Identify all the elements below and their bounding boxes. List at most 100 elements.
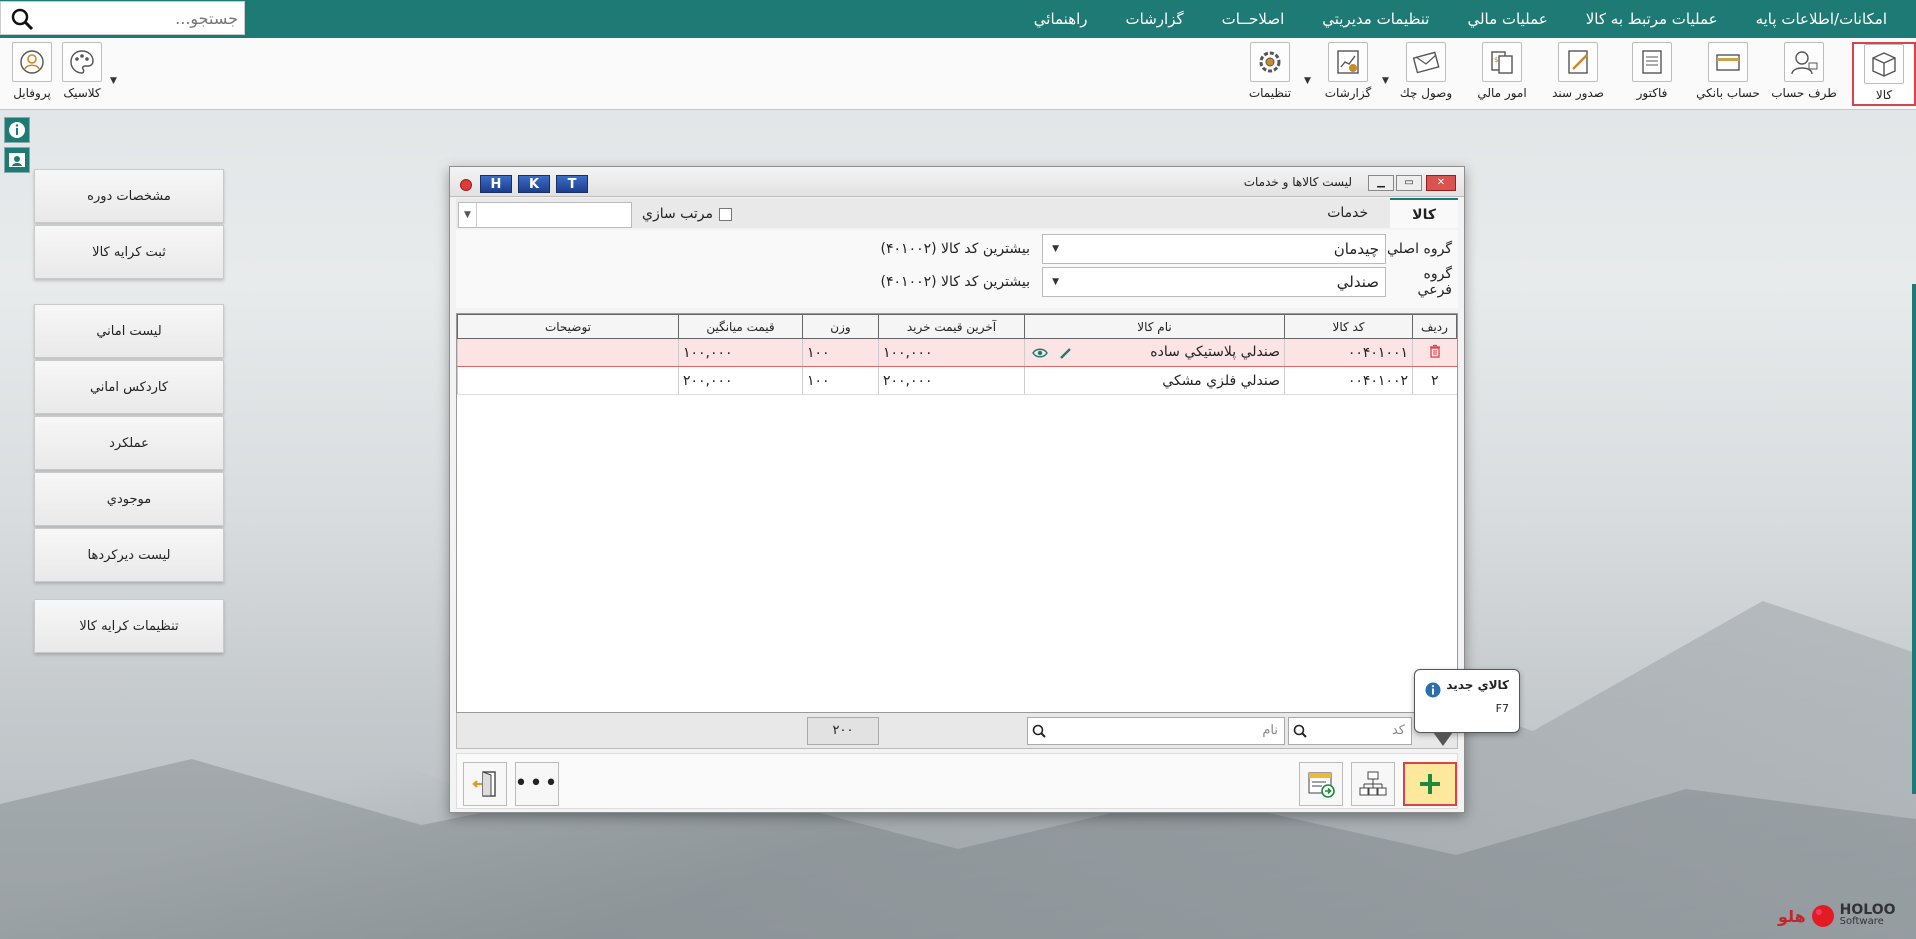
group-tree-button[interactable] <box>1351 762 1395 806</box>
sidebar-loan-list-button[interactable]: ليست اماني <box>34 304 224 358</box>
menu-basic-info[interactable]: امکانات/اطلاعات پايه <box>1737 10 1906 28</box>
person-icon <box>1784 42 1824 82</box>
column-header-avg-price[interactable]: قيمت ميانگين <box>678 314 803 339</box>
menu-financial-ops[interactable]: عمليات مالي <box>1448 10 1566 28</box>
sidebar-inventory-button[interactable]: موجودي <box>34 472 224 526</box>
sidebar-register-rent-button[interactable]: ثبت کرايه کالا <box>34 225 224 279</box>
edit-icon[interactable] <box>1057 344 1075 362</box>
view-eye-icon[interactable] <box>1031 344 1049 362</box>
row-delete-cell <box>1412 338 1457 367</box>
tooltip-tail <box>1433 732 1453 746</box>
chevron-down-icon: ▼ <box>1052 277 1059 287</box>
column-header-name[interactable]: نام کالا <box>1024 314 1285 339</box>
toolbar-label: وصول چك <box>1399 86 1453 100</box>
more-dots-icon: ••• <box>514 771 560 796</box>
toolbar-goods-button[interactable]: کالا <box>1852 42 1916 106</box>
cell-weight: ۱۰۰ <box>802 366 879 395</box>
hotkey-t-button[interactable]: T <box>556 175 588 193</box>
close-button[interactable]: ✕ <box>1426 175 1456 191</box>
trash-icon[interactable] <box>1428 344 1442 358</box>
envelope-check-icon <box>1406 42 1446 82</box>
toolbar: کالا طرف حساب حساب بانکي فاکتور صدور سند… <box>0 38 1916 110</box>
menu-goods-ops[interactable]: عمليات مرتبط به کالا <box>1567 10 1737 28</box>
toolbar-reports-button[interactable]: گزارشات <box>1316 42 1380 106</box>
toolbar-label: حساب بانکي <box>1696 86 1760 100</box>
logo-text: HOLOO Software <box>1840 903 1896 928</box>
sidebar-rent-settings-button[interactable]: تنظيمات کرايه کالا <box>34 599 224 653</box>
toolbar-profile-button[interactable]: پروفايل <box>0 42 64 106</box>
sidebar-overdue-list-button[interactable]: ليست ديرکردها <box>34 528 224 582</box>
menu-help[interactable]: راهنمائي <box>1015 10 1107 28</box>
reports-dropdown-arrow[interactable]: ▼ <box>1382 76 1392 86</box>
sidebar-performance-button[interactable]: عملکرد <box>34 416 224 470</box>
toolbar-voucher-button[interactable]: صدور سند <box>1546 42 1610 106</box>
window-title: ليست کالاها و خدمات <box>1243 175 1352 189</box>
toolbar-bank-button[interactable]: حساب بانکي <box>1696 42 1760 106</box>
column-header-index[interactable]: رديف <box>1412 314 1457 339</box>
column-header-description[interactable]: توضيحات <box>457 314 679 339</box>
table-row[interactable]: ۲ ۰۰۴۰۱۰۰۲ صندلي فلزي مشکي ۲۰۰,۰۰۰ ۱۰۰ ۲… <box>457 366 1457 395</box>
user-card-icon[interactable] <box>4 147 30 173</box>
cell-index: ۲ <box>1412 366 1457 395</box>
minimize-button[interactable]: ▁ <box>1368 175 1394 191</box>
cell-avg-price: ۱۰۰,۰۰۰ <box>678 338 803 367</box>
hotkey-h-button[interactable]: H <box>480 175 512 193</box>
code-search-field[interactable]: کد <box>1288 717 1412 745</box>
logo-mark-icon <box>1811 905 1834 927</box>
menu-corrections[interactable]: اصلاحــات <box>1203 10 1304 28</box>
window-action-bar: ••• <box>456 753 1458 809</box>
new-goods-tooltip: کالاي جديد F7 <box>1414 669 1520 746</box>
toolbar-party-button[interactable]: طرف حساب <box>1771 42 1837 106</box>
classic-dropdown-arrow[interactable]: ▼ <box>110 76 120 86</box>
toolbar-label: تنظيمات <box>1248 86 1292 100</box>
more-options-button[interactable]: ••• <box>515 762 559 806</box>
hotkey-k-button[interactable]: K <box>518 175 550 193</box>
document-pen-icon <box>1558 42 1598 82</box>
toolbar-label: کالا <box>1875 88 1893 102</box>
name-search-field[interactable]: نام <box>1027 717 1285 745</box>
sub-group-label: گروه فرعي <box>1417 266 1452 298</box>
search-icon[interactable] <box>11 8 33 30</box>
search-input[interactable] <box>44 3 244 33</box>
main-group-note: بيشترين کد کالا (۴۰۱۰۰۲) <box>880 241 1030 257</box>
column-header-code[interactable]: کد کالا <box>1284 314 1413 339</box>
settings-dropdown-arrow[interactable]: ▼ <box>1304 76 1314 86</box>
right-scroll-indicator[interactable] <box>1912 284 1916 794</box>
tab-goods[interactable]: کالا <box>1390 198 1458 228</box>
menu-reports[interactable]: گزارشات <box>1107 10 1203 28</box>
main-group-value: چيدمان <box>1333 240 1379 258</box>
restore-button[interactable]: ▭ <box>1396 175 1422 191</box>
column-header-weight[interactable]: وزن <box>802 314 879 339</box>
gear-icon <box>1250 42 1290 82</box>
sub-group-select[interactable]: صندلي ▼ <box>1042 267 1386 297</box>
sort-label: مرتب سازي <box>642 206 714 222</box>
menu-admin-settings[interactable]: تنظيمات مديريتي <box>1303 10 1448 28</box>
list-export-button[interactable] <box>1299 762 1343 806</box>
sort-select[interactable]: ▼ <box>458 202 632 228</box>
side-icon-strip <box>4 117 30 177</box>
toolbar-label: امور مالي <box>1477 86 1527 100</box>
goods-list-window: H K T ليست کالاها و خدمات ▁ ▭ ✕ کالا خدم… <box>449 166 1465 813</box>
cell-code: ۰۰۴۰۱۰۰۲ <box>1284 366 1413 395</box>
toolbar-label: پروفايل <box>13 86 51 100</box>
exit-button[interactable] <box>463 762 507 806</box>
plus-icon <box>1420 774 1440 794</box>
list-export-icon <box>1308 772 1335 798</box>
goods-table: رديف کد کالا نام کالا آخرين قيمت خريد وز… <box>456 313 1458 713</box>
table-row[interactable]: ۰۰۴۰۱۰۰۱ صندلي پلاستيکي ساده ۱۰۰,۰۰۰ ۱۰۰… <box>457 338 1457 367</box>
toolbar-settings-button[interactable]: تنظيمات <box>1238 42 1302 106</box>
new-goods-button[interactable] <box>1403 762 1457 806</box>
info-icon[interactable] <box>4 117 30 143</box>
sidebar-loan-cardex-button[interactable]: کاردکس اماني <box>34 360 224 414</box>
sort-checkbox[interactable] <box>719 207 733 221</box>
tab-services[interactable]: خدمات <box>1305 198 1390 228</box>
cell-name-wrap: صندلي پلاستيکي ساده <box>1024 338 1285 367</box>
toolbar-invoice-button[interactable]: فاکتور <box>1620 42 1684 106</box>
name-search-placeholder: نام <box>1262 723 1278 738</box>
svg-text:$: $ <box>1494 56 1498 64</box>
toolbar-finance-button[interactable]: $ امور مالي <box>1470 42 1534 106</box>
toolbar-cheque-button[interactable]: وصول چك <box>1394 42 1458 106</box>
sidebar-period-details-button[interactable]: مشخصات دوره <box>34 169 224 223</box>
column-header-last-price[interactable]: آخرين قيمت خريد <box>878 314 1025 339</box>
main-group-select[interactable]: چيدمان ▼ <box>1042 234 1386 264</box>
